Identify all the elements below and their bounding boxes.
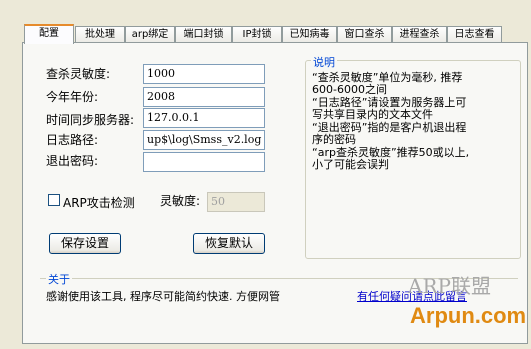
sensitivity-label: 查杀灵敏度: xyxy=(46,67,111,81)
arp-sensitivity-input: 50 xyxy=(207,192,265,212)
help-line-6: 序的密码 xyxy=(312,133,356,146)
year-label: 今年年份: xyxy=(46,90,99,104)
tab-window-kill[interactable]: 窗口查杀 xyxy=(337,26,392,42)
help-line-8: 小了可能会误判 xyxy=(312,158,389,171)
tab-arp-bind[interactable]: arp绑定 xyxy=(125,26,175,42)
timeserver-input[interactable]: 127.0.0.1 xyxy=(143,108,265,128)
logpath-value: up$\log\Smss_v2.log xyxy=(147,133,262,146)
arp-sensitivity-label: 灵敏度: xyxy=(160,194,201,208)
logpath-label: 日志路径: xyxy=(46,133,99,147)
watermark-logo-text: ARP联盟 xyxy=(408,274,491,298)
tab-known-virus[interactable]: 已知病毒 xyxy=(282,26,337,42)
tab-config[interactable]: 配置 xyxy=(24,24,74,44)
about-text: 感谢使用该工具, 程序尽可能简约快速. 方便网管 xyxy=(46,290,280,303)
help-title: 说明 xyxy=(311,54,337,70)
tab-process-kill[interactable]: 进程查杀 xyxy=(392,26,447,42)
help-line-4: 写共享目录内的文本文件 xyxy=(312,108,433,121)
watermark-site-text: Arpun.com xyxy=(410,303,527,328)
tab-port-block[interactable]: 端口封锁 xyxy=(175,26,232,42)
arp-detect-checkbox[interactable] xyxy=(48,194,60,206)
timeserver-label: 时间同步服务器: xyxy=(46,113,135,127)
year-input[interactable]: 2008 xyxy=(143,87,265,107)
sensitivity-input[interactable]: 1000 xyxy=(143,64,265,84)
exit-password-input[interactable] xyxy=(143,152,265,172)
exit-password-label: 退出密码: xyxy=(46,154,99,168)
tab-log-view[interactable]: 日志查看 xyxy=(447,26,502,42)
about-title: 关于 xyxy=(46,271,72,287)
tab-ip-block[interactable]: IP封锁 xyxy=(232,26,282,42)
help-line-2: 600-6000之间 xyxy=(312,83,387,96)
tab-batch[interactable]: 批处理 xyxy=(75,26,125,42)
save-settings-button[interactable]: 保存设置 xyxy=(49,233,121,254)
arp-detect-label[interactable]: ARP攻击检测 xyxy=(63,194,135,211)
logpath-input[interactable]: up$\log\Smss_v2.log xyxy=(143,130,265,150)
restore-defaults-button[interactable]: 恢复默认 xyxy=(193,233,265,254)
